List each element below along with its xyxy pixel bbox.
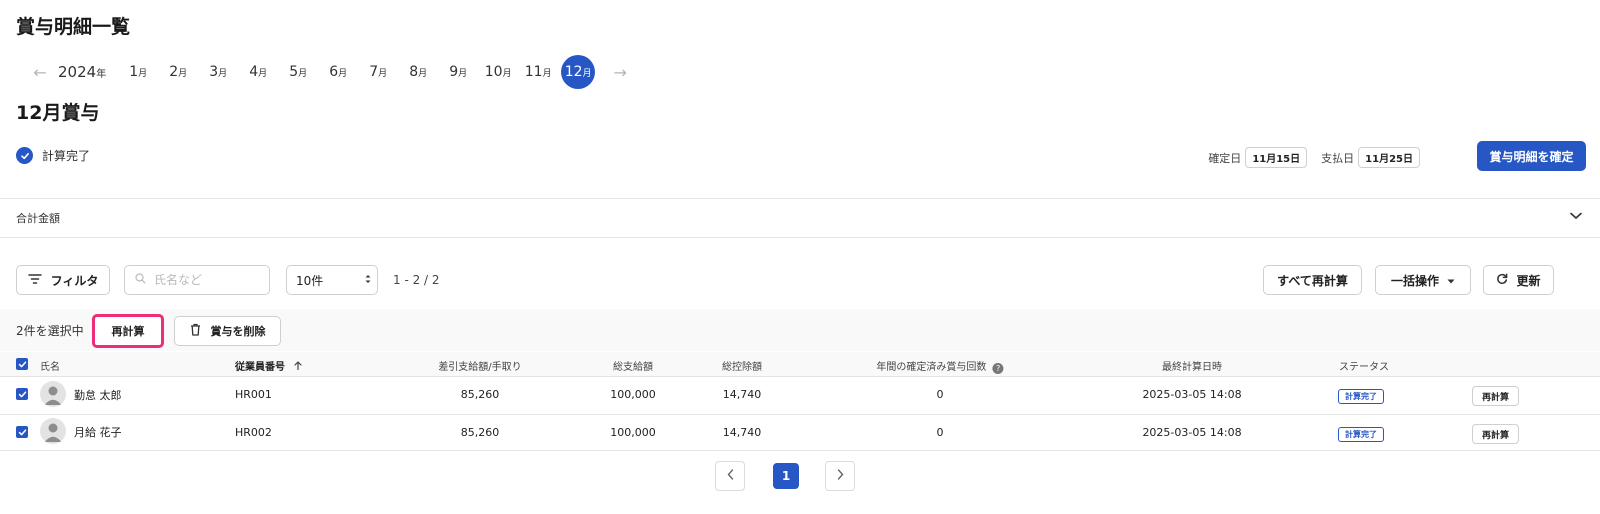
month-1[interactable]: 1月: [118, 64, 158, 80]
search-icon: [135, 273, 146, 287]
select-arrows-icon: [365, 273, 371, 287]
last-calculated-at: 2025-03-05 14:08: [1142, 388, 1242, 401]
recalculate-selected-button[interactable]: 再計算: [92, 314, 164, 348]
delete-bonus-button[interactable]: 賞与を削除: [174, 316, 281, 346]
per-page-value: 10件: [296, 273, 324, 288]
net-amount: 85,260: [460, 388, 500, 401]
confirm-bonus-button[interactable]: 賞与明細を確定: [1477, 141, 1586, 171]
payment-date-value: 11月25日: [1358, 147, 1420, 168]
month-5[interactable]: 5月: [278, 64, 318, 80]
section-title: 12月賞与: [16, 102, 100, 124]
deduction-amount: 14,740: [722, 388, 762, 401]
month-12-selected[interactable]: 12 月: [561, 55, 596, 89]
divider: [0, 450, 1600, 451]
bulk-actions-label: 一括操作: [1390, 273, 1439, 288]
month-7[interactable]: 7月: [358, 64, 398, 80]
avatar-icon: [40, 381, 66, 407]
gross-amount: 100,000: [610, 388, 656, 401]
divider: [0, 414, 1600, 415]
column-header-name[interactable]: 氏名: [40, 358, 60, 373]
status-badge: 計算完了: [1338, 427, 1384, 442]
delete-bonus-label: 賞与を削除: [210, 325, 266, 338]
column-header-net[interactable]: 差引支給額/手取り: [438, 358, 521, 373]
column-header-last-calc[interactable]: 最終計算日時: [1162, 358, 1222, 373]
calculation-status: 計算完了: [16, 147, 90, 164]
column-header-gross[interactable]: 総支給額: [613, 358, 653, 373]
divider: [0, 237, 1600, 238]
month-8[interactable]: 8月: [398, 64, 438, 80]
gross-amount: 100,000: [610, 426, 656, 439]
row-checkbox[interactable]: [16, 388, 28, 400]
month-3[interactable]: 3月: [198, 64, 238, 80]
year-label: 2024年: [58, 63, 107, 81]
recalculate-all-button[interactable]: すべて再計算: [1263, 265, 1362, 295]
avatar-icon: [40, 418, 66, 444]
next-month-arrow-icon[interactable]: →: [608, 63, 632, 82]
table-toolbar: フィルタ 10件 1 - 2 / 2: [16, 265, 440, 295]
result-range: 1 - 2 / 2: [393, 273, 440, 287]
payment-date-label: 支払日: [1321, 151, 1355, 165]
month-navigation: ← 2024年 1月 2月 3月 4月 5月 6月 7月 8月 9月 10月 1…: [28, 54, 632, 90]
confirm-date-value: 11月15日: [1245, 147, 1308, 168]
sort-up-arrow-icon: [294, 361, 303, 373]
row-recalculate-button[interactable]: 再計算: [1472, 424, 1519, 444]
refresh-button[interactable]: 更新: [1483, 265, 1554, 295]
search-input[interactable]: [154, 273, 264, 287]
caret-down-icon: [1447, 273, 1455, 287]
selected-count: 2件を選択中: [16, 324, 84, 338]
filter-button[interactable]: フィルタ: [16, 265, 110, 295]
bulk-actions-button[interactable]: 一括操作: [1375, 265, 1471, 295]
column-header-deduction[interactable]: 総控除額: [722, 358, 762, 373]
filter-icon: [27, 273, 42, 287]
divider: [0, 198, 1600, 199]
column-header-status[interactable]: ステータス: [1339, 358, 1389, 373]
chevron-left-icon: [727, 468, 734, 484]
month-2[interactable]: 2月: [158, 64, 198, 80]
help-icon[interactable]: ?: [992, 363, 1004, 374]
previous-month-arrow-icon[interactable]: ←: [28, 63, 52, 82]
status-label: 計算完了: [42, 149, 91, 163]
divider: [0, 376, 1600, 377]
filter-label: フィルタ: [50, 273, 99, 288]
page-title: 賞与明細一覧: [16, 16, 131, 38]
chevron-right-icon: [837, 468, 844, 484]
check-circle-icon: [16, 147, 33, 164]
column-header-confirmed-count[interactable]: 年間の確定済み賞与回数 ?: [876, 358, 1004, 374]
column-header-employee-no[interactable]: 従業員番号: [235, 358, 303, 373]
confirmed-count: 0: [936, 426, 944, 439]
employee-name: 勤怠 太郎: [74, 389, 122, 402]
current-page[interactable]: 1: [773, 463, 799, 489]
trash-icon: [190, 323, 201, 339]
confirm-date-label: 確定日: [1208, 151, 1242, 165]
select-all-checkbox[interactable]: [16, 358, 28, 370]
row-checkbox[interactable]: [16, 426, 28, 438]
month-4[interactable]: 4月: [238, 64, 278, 80]
chevron-down-icon[interactable]: [1570, 208, 1582, 224]
previous-page-button[interactable]: [715, 461, 745, 491]
month-10[interactable]: 10月: [478, 64, 518, 80]
confirmed-count: 0: [936, 388, 944, 401]
month-9[interactable]: 9月: [438, 64, 478, 80]
next-page-button[interactable]: [825, 461, 855, 491]
bonus-dates: 確定日 11月15日 支払日 11月25日: [1208, 147, 1420, 168]
total-amount-label[interactable]: 合計金額: [16, 210, 60, 226]
employee-number: HR001: [235, 388, 272, 401]
month-6[interactable]: 6月: [318, 64, 358, 80]
employee-number: HR002: [235, 426, 272, 439]
deduction-amount: 14,740: [722, 426, 762, 439]
month-11[interactable]: 11月: [518, 64, 558, 80]
row-recalculate-button[interactable]: 再計算: [1472, 386, 1519, 406]
status-badge: 計算完了: [1338, 389, 1384, 404]
per-page-select[interactable]: 10件: [286, 265, 378, 295]
refresh-icon: [1496, 272, 1508, 288]
last-calculated-at: 2025-03-05 14:08: [1142, 426, 1242, 439]
net-amount: 85,260: [460, 426, 500, 439]
refresh-label: 更新: [1516, 273, 1541, 288]
search-box[interactable]: [124, 265, 270, 295]
employee-name: 月給 花子: [74, 426, 122, 439]
